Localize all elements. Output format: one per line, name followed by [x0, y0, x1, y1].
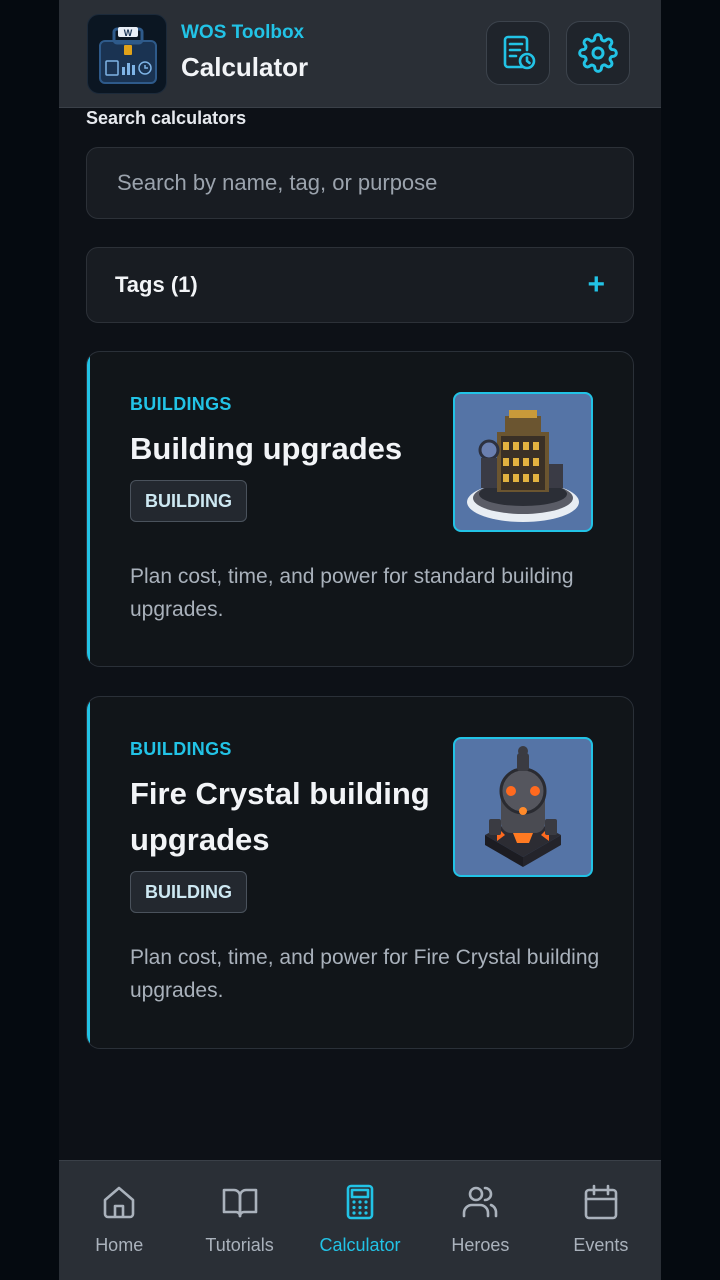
nav-label-tutorials: Tutorials: [205, 1235, 274, 1255]
settings-button[interactable]: [566, 21, 630, 85]
calculator-icon: [346, 1184, 374, 1220]
nav-calculator[interactable]: Calculator: [300, 1161, 420, 1280]
tags-label: Tags (1): [115, 272, 198, 297]
nav-label-calculator: Calculator: [319, 1235, 401, 1255]
card-title: Fire Crystal building upgrades: [130, 776, 430, 857]
calculator-card-building-upgrades[interactable]: BUILDINGS Building upgrades BUILDING Pla…: [86, 351, 634, 667]
history-button[interactable]: [486, 21, 550, 85]
card-description: Plan cost, time, and power for standard …: [130, 565, 574, 621]
card-category: BUILDINGS: [130, 394, 232, 414]
nav-label-events: Events: [573, 1235, 629, 1255]
users-icon: [463, 1186, 498, 1218]
gear-icon: [578, 33, 618, 73]
search-label: Search calculators: [86, 108, 247, 128]
nav-home[interactable]: Home: [59, 1161, 179, 1280]
add-tag-icon[interactable]: +: [587, 270, 605, 300]
page-title: Calculator: [181, 52, 309, 82]
furnace-tower-image: [453, 392, 593, 532]
card-title: Building upgrades: [130, 431, 403, 466]
app-container: W WOS Toolbox Calculator Search calculat…: [59, 0, 661, 1280]
nav-label-heroes: Heroes: [451, 1235, 510, 1255]
app-header: W WOS Toolbox Calculator: [59, 0, 661, 108]
search-input[interactable]: [115, 169, 633, 197]
card-tag-badge[interactable]: BUILDING: [130, 871, 247, 913]
bottom-navigation: Home Tutorials Calculator Heroes Events: [59, 1160, 661, 1280]
tags-filter[interactable]: Tags (1) +: [86, 247, 634, 323]
calendar-icon: [584, 1184, 618, 1220]
app-name: WOS Toolbox: [181, 22, 305, 43]
book-icon: [222, 1188, 257, 1218]
search-box[interactable]: [86, 147, 634, 219]
app-logo: W: [87, 14, 167, 94]
home-icon: [103, 1186, 135, 1219]
card-tag-badge[interactable]: BUILDING: [130, 480, 247, 522]
calculator-card-fire-crystal-building-upgrades[interactable]: BUILDINGS Fire Crystal building upgrades…: [86, 696, 634, 1049]
svg-text:W: W: [124, 28, 133, 38]
history-icon: [503, 35, 536, 70]
fire-crystal-furnace-image: [453, 737, 593, 877]
card-description: Plan cost, time, and power for Fire Crys…: [130, 946, 600, 1002]
nav-label-home: Home: [95, 1235, 144, 1255]
nav-tutorials[interactable]: Tutorials: [179, 1161, 299, 1280]
nav-heroes[interactable]: Heroes: [420, 1161, 540, 1280]
nav-events[interactable]: Events: [541, 1161, 661, 1280]
card-category: BUILDINGS: [130, 739, 232, 759]
